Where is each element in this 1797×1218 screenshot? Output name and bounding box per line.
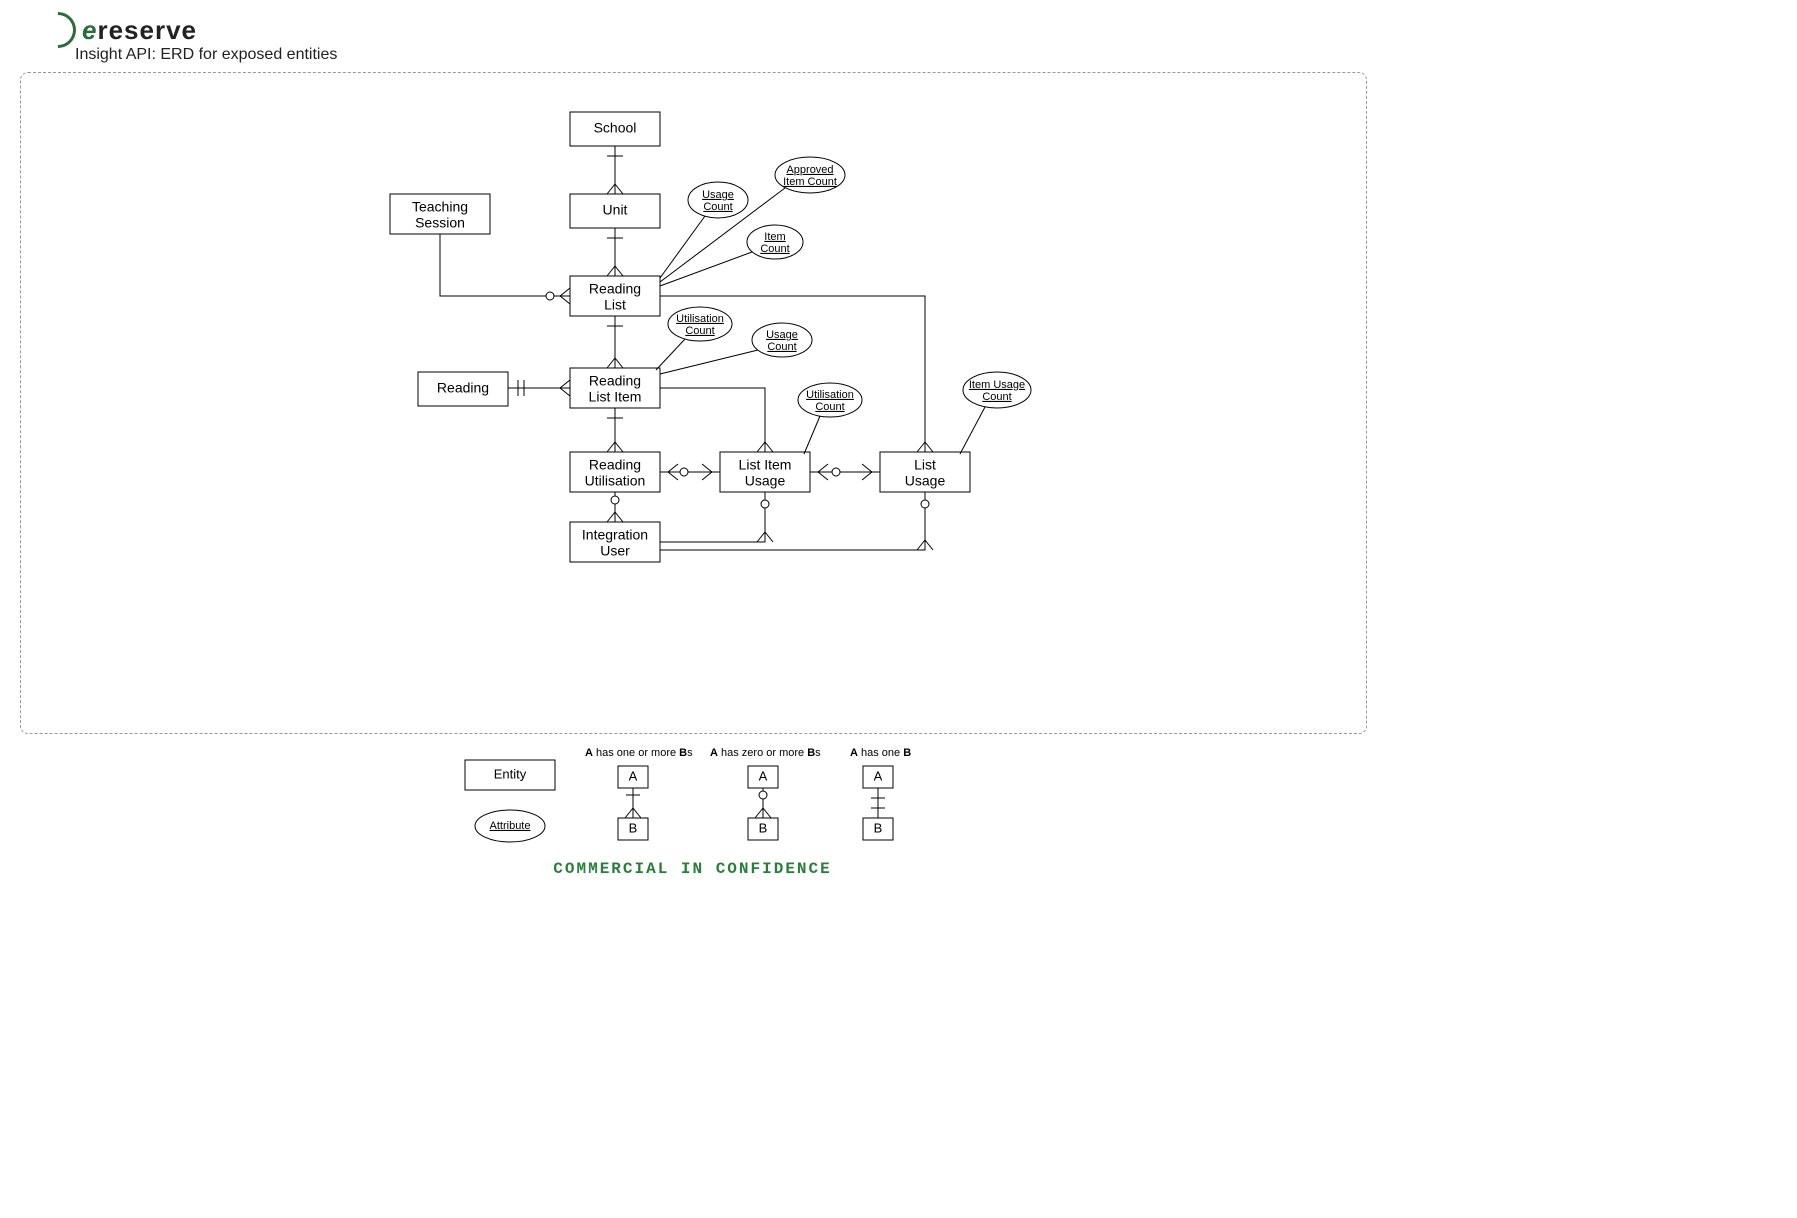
entity-ru-l1: Reading bbox=[589, 457, 641, 473]
attr-rl-ic-l2: Count bbox=[760, 243, 789, 255]
attr-rl-usage-count-l1: Usage bbox=[702, 189, 734, 201]
brand-text: ereserve bbox=[82, 15, 197, 46]
rel-rli-liu bbox=[660, 388, 765, 452]
attr-rli-uc-l1: Utilisation bbox=[676, 313, 724, 325]
entity-liu-l2: Usage bbox=[745, 473, 786, 489]
entity-lu-l1: List bbox=[914, 457, 936, 473]
entity-reading-list-l2: List bbox=[604, 297, 626, 313]
brand-rest: reserve bbox=[97, 15, 197, 45]
entity-ru-l2: Utilisation bbox=[585, 473, 646, 489]
attr-lu-iuc-l2: Count bbox=[982, 391, 1011, 403]
attr-liu-uc-l2: Count bbox=[815, 401, 844, 413]
brand-e: e bbox=[82, 15, 97, 45]
legend-one-or-more-label: A has one or more Bs bbox=[585, 747, 693, 759]
legend-zero-or-more-label: A has zero or more Bs bbox=[710, 747, 821, 759]
entity-rli-l1: Reading bbox=[589, 373, 641, 389]
entity-lu-l2: Usage bbox=[905, 473, 946, 489]
svg-text:B: B bbox=[759, 820, 768, 835]
page-subtitle: Insight API: ERD for exposed entities bbox=[75, 46, 337, 64]
attr-liu-uc-l1: Utilisation bbox=[806, 389, 854, 401]
attr-rl-aic-l2: Item Count bbox=[783, 176, 837, 188]
entity-unit-label: Unit bbox=[603, 202, 628, 218]
entity-teaching-session-l1: Teaching bbox=[412, 199, 468, 215]
legend: Entity Attribute A has one or more Bs A … bbox=[465, 748, 925, 863]
entity-rli-l2: List Item bbox=[589, 389, 642, 405]
attr-rl-usage-count-l2: Count bbox=[703, 201, 732, 213]
attr-rli-usc-l2: Count bbox=[767, 341, 796, 353]
entity-liu-l1: List Item bbox=[739, 457, 792, 473]
entity-reading-list-l1: Reading bbox=[589, 281, 641, 297]
attr-lu-iuc-l1: Item Usage bbox=[969, 379, 1025, 391]
rel-iu-liu bbox=[660, 492, 765, 542]
footer-confidential: COMMERCIAL IN CONFIDENCE bbox=[0, 860, 1385, 878]
legend-entity-label: Entity bbox=[494, 766, 527, 781]
svg-text:A: A bbox=[629, 768, 638, 783]
entity-school-label: School bbox=[594, 120, 637, 136]
brand-logo: ereserve bbox=[40, 12, 197, 48]
rel-iu-lu bbox=[660, 492, 925, 550]
entity-iu-l2: User bbox=[600, 543, 630, 559]
svg-text:A: A bbox=[874, 768, 883, 783]
page: ereserve Insight API: ERD for exposed en… bbox=[0, 0, 1797, 1218]
attr-rli-usc-l1: Usage bbox=[766, 329, 798, 341]
svg-text:A: A bbox=[759, 768, 768, 783]
entity-iu-l1: Integration bbox=[582, 527, 648, 543]
svg-text:B: B bbox=[629, 820, 638, 835]
attr-rl-ic-l1: Item bbox=[764, 231, 785, 243]
rel-teachingsession-readinglist bbox=[440, 234, 570, 296]
entity-reading-label: Reading bbox=[437, 380, 489, 396]
legend-attribute-label: Attribute bbox=[490, 820, 531, 832]
entity-teaching-session-l2: Session bbox=[415, 215, 465, 231]
attr-rli-uc-l2: Count bbox=[685, 325, 714, 337]
erd-diagram: School Teaching Session Unit Reading Lis… bbox=[20, 72, 1365, 732]
svg-text:B: B bbox=[874, 820, 883, 835]
attr-rl-aic-l1: Approved bbox=[786, 164, 833, 176]
legend-svg: Entity Attribute A has one or more Bs A … bbox=[465, 748, 925, 858]
legend-has-one-label: A has one B bbox=[850, 747, 911, 759]
